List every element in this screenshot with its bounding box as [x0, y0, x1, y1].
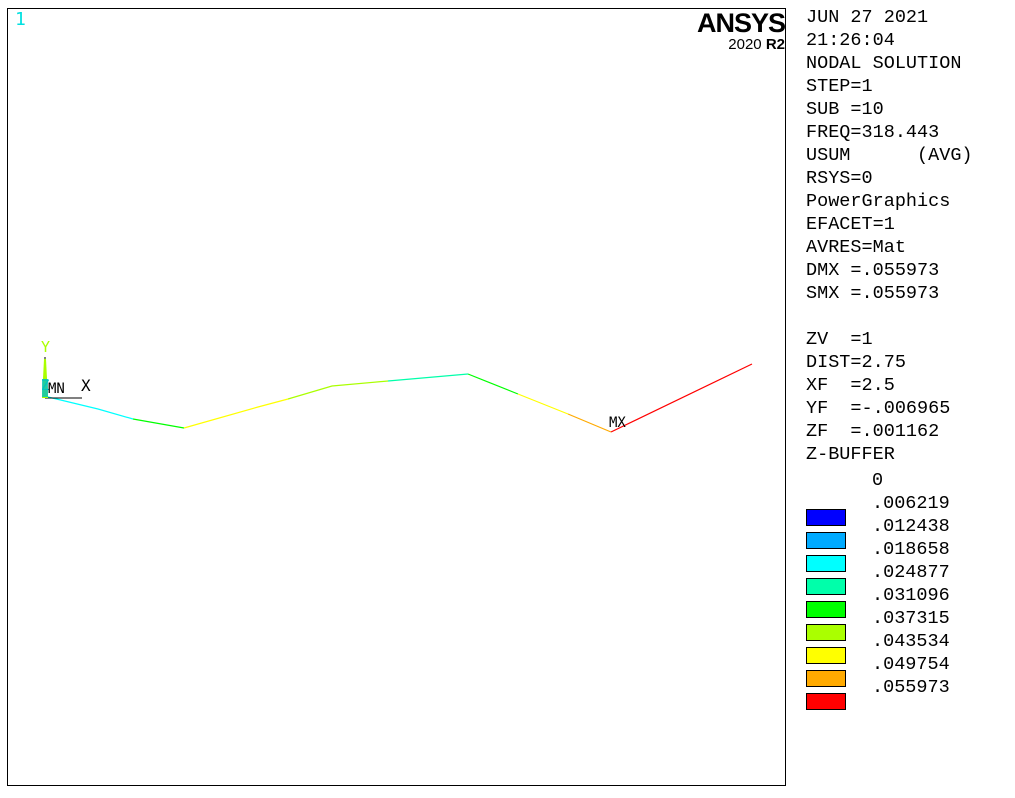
contour-legend: 0 .006219.012438.018658.024877.031096.03…	[806, 469, 1011, 710]
curve-segment-8	[567, 413, 612, 433]
curve-segment-2	[132, 418, 185, 429]
graphics-viewport[interactable]: 1 ANSYS 2020 R2 Y Z X MN MX	[7, 8, 786, 786]
curve-segment-4	[287, 380, 389, 400]
legend-band-label: .043534	[872, 631, 950, 652]
legend-band-label: .049754	[872, 654, 950, 675]
triad-x-label: X	[81, 376, 91, 395]
info-line: USUM (AVG)	[806, 145, 973, 166]
legend-band: .006219	[806, 492, 1011, 526]
legend-band: .055973	[806, 676, 1011, 710]
legend-band: .037315	[806, 607, 1011, 641]
legend-band-label: .037315	[872, 608, 950, 629]
max-marker: MX	[609, 415, 626, 431]
info-line: ZF =.001162	[806, 421, 940, 442]
info-line: JUN 27 2021	[806, 7, 929, 28]
info-line: AVRES=Mat	[806, 237, 906, 258]
curve-segment-5	[387, 373, 469, 382]
triad-y-label: Y	[41, 338, 50, 356]
curve-segment-1	[43, 395, 134, 420]
legend-swatch	[806, 693, 846, 710]
info-line: NODAL SOLUTION	[806, 53, 962, 74]
legend-band: .043534	[806, 630, 1011, 664]
legend-band: .049754	[806, 653, 1011, 687]
info-line: EFACET=1	[806, 214, 895, 235]
info-line: DMX =.055973	[806, 260, 940, 281]
min-marker: MN	[48, 381, 65, 397]
info-line	[806, 305, 1011, 328]
curve-segment-6	[467, 373, 519, 395]
info-line: FREQ=318.443	[806, 122, 940, 143]
info-line: SUB =10	[806, 99, 884, 120]
curve-segment-9	[610, 363, 753, 433]
curve-segment-3	[183, 398, 289, 429]
legend-band-label: .018658	[872, 539, 950, 560]
legend-band: .018658	[806, 538, 1011, 572]
info-line: XF =2.5	[806, 375, 895, 396]
info-line: PowerGraphics	[806, 191, 951, 212]
legend-band-label: .024877	[872, 562, 950, 583]
info-line: ZV =1	[806, 329, 873, 350]
legend-band-label: .031096	[872, 585, 950, 606]
info-line: YF =-.006965	[806, 398, 951, 419]
legend-band-label: .055973	[872, 677, 950, 698]
info-line: DIST=2.75	[806, 352, 906, 373]
legend-band-label: .012438	[872, 516, 950, 537]
mode-shape-curve	[43, 363, 753, 433]
legend-min-label: 0	[872, 470, 884, 491]
info-line: Z-BUFFER	[806, 444, 895, 465]
legend-band: .024877	[806, 561, 1011, 595]
mode-shape-plot[interactable]: Y Z X MN MX	[8, 9, 787, 787]
legend-band: .031096	[806, 584, 1011, 618]
solution-info-panel: JUN 27 2021 21:26:04 NODAL SOLUTION STEP=1 S…	[806, 6, 1011, 466]
info-line: STEP=1	[806, 76, 873, 97]
legend-band: .012438	[806, 515, 1011, 549]
info-line: RSYS=0	[806, 168, 873, 189]
legend-band-label: .006219	[872, 493, 950, 514]
info-line: 21:26:04	[806, 30, 895, 51]
legend-min-row: 0	[806, 469, 1011, 492]
info-line: SMX =.055973	[806, 283, 940, 304]
curve-segment-7	[517, 393, 569, 415]
